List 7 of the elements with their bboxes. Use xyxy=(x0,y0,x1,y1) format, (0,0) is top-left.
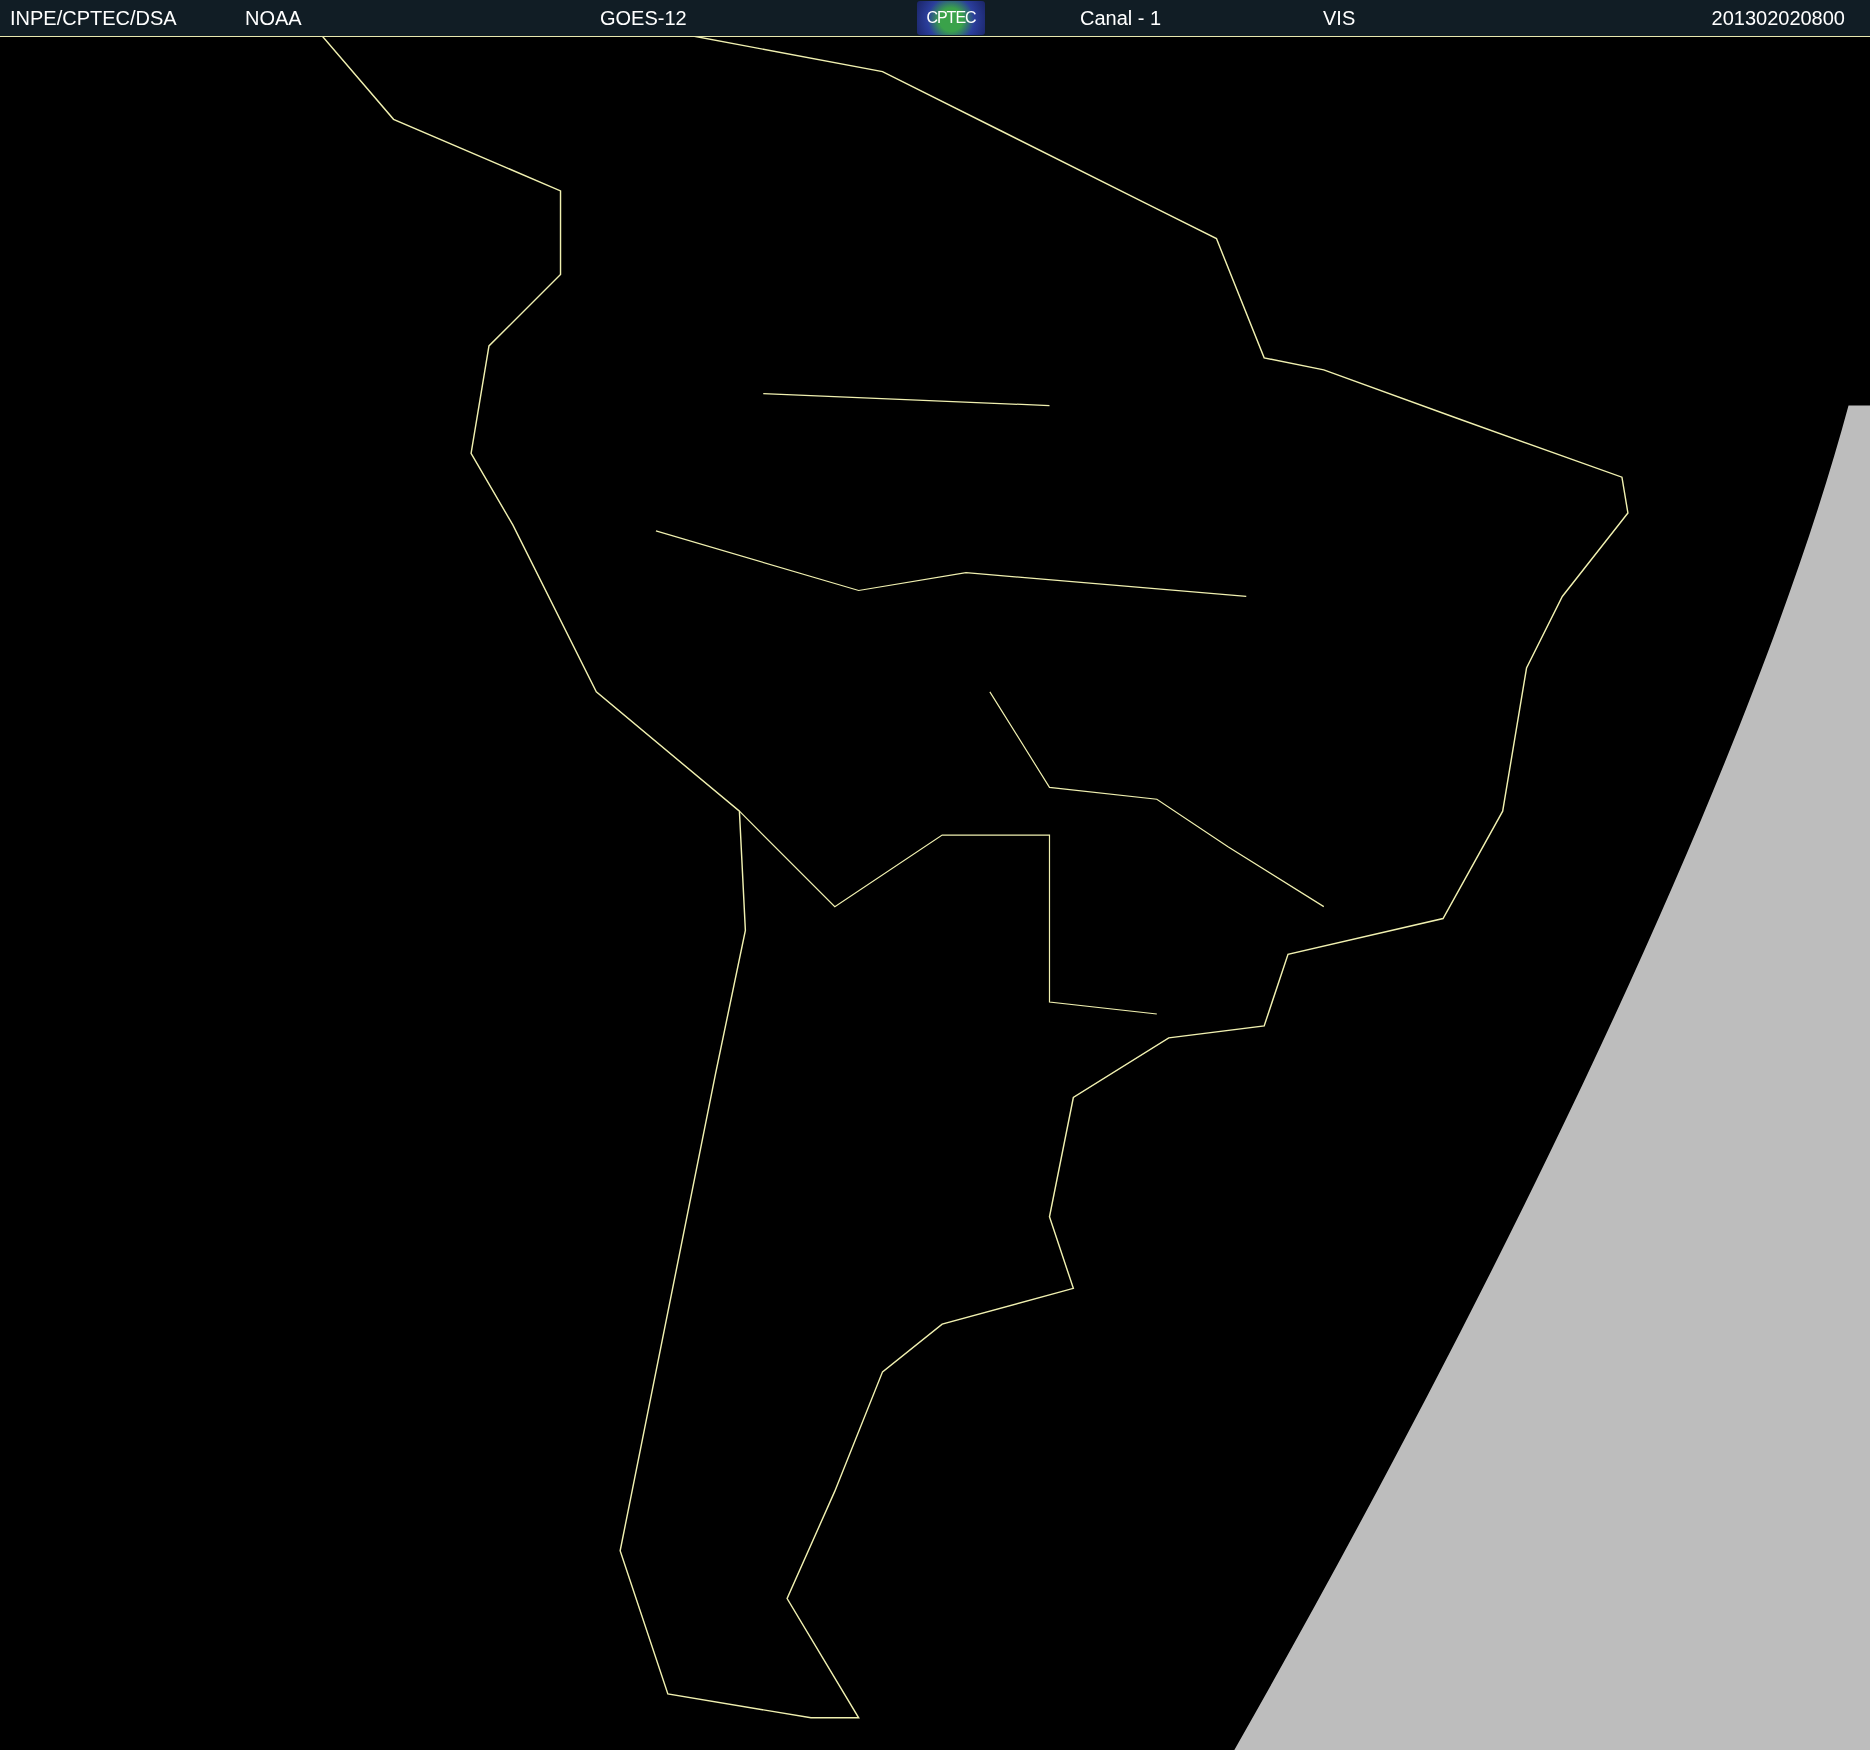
header-label: VIS xyxy=(1323,6,1356,30)
header-label: GOES-12 xyxy=(600,6,687,30)
header-label: INPE/CPTEC/DSA xyxy=(10,6,177,30)
header-label: NOAA xyxy=(245,6,302,30)
logo: CPTEC xyxy=(917,1,985,35)
header-label: Canal - 1 xyxy=(1080,6,1162,30)
header-label: 201302020800 xyxy=(1711,6,1845,30)
